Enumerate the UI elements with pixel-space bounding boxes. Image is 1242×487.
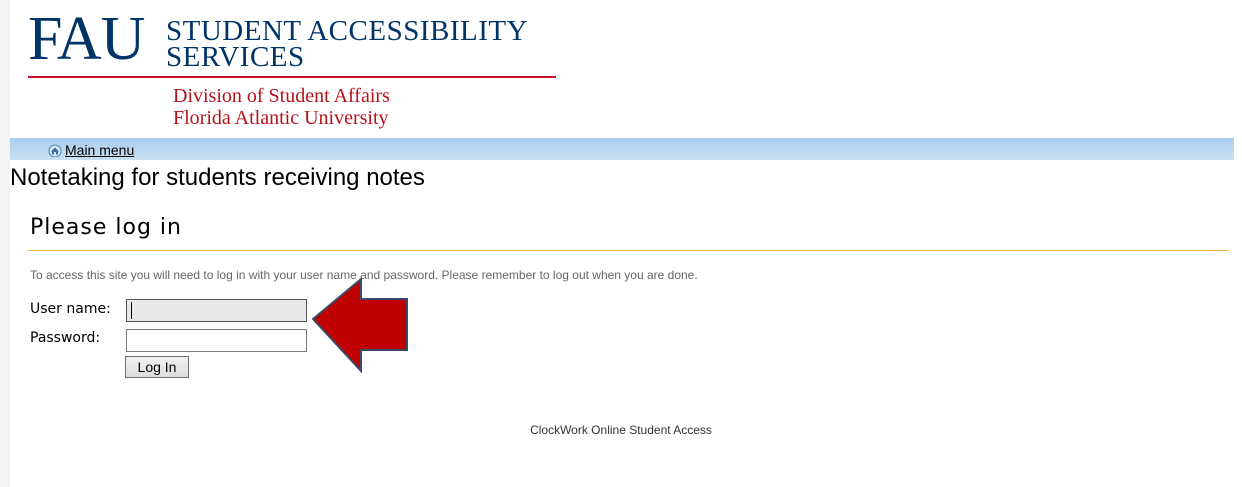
footer-text: ClockWork Online Student Access <box>530 423 712 437</box>
page-title: Notetaking for students receiving notes <box>10 164 425 191</box>
section-divider <box>28 250 1228 251</box>
password-label: Password: <box>30 330 101 346</box>
logo-title-line2: SERVICES <box>166 41 305 73</box>
text-caret <box>131 302 132 319</box>
main-menu-label: Main menu <box>65 142 135 158</box>
fau-logo-mark: FAU <box>28 5 145 73</box>
logo-subtitle: Division of Student Affairs Florida Atla… <box>173 85 390 129</box>
nav-bar: Main menu <box>10 138 1234 160</box>
login-heading: Please log in <box>30 215 182 240</box>
password-input[interactable] <box>126 329 307 352</box>
logo-sub-line1: Division of Student Affairs <box>173 85 390 107</box>
home-icon <box>48 144 62 160</box>
main-menu-link[interactable]: Main menu <box>48 142 134 160</box>
logo-divider <box>28 76 556 78</box>
login-button[interactable]: Log In <box>125 356 189 378</box>
logo-sub-line2: Florida Atlantic University <box>173 107 389 129</box>
username-input[interactable] <box>126 299 307 322</box>
logo-title: STUDENT ACCESSIBILITY SERVICES <box>166 17 528 73</box>
fau-sas-logo[interactable]: FAU STUDENT ACCESSIBILITY SERVICES Divis… <box>28 8 558 136</box>
annotation-arrow-icon <box>311 276 408 374</box>
left-edge <box>0 0 10 487</box>
username-label: User name: <box>30 301 111 317</box>
page: FAU STUDENT ACCESSIBILITY SERVICES Divis… <box>0 0 1242 487</box>
